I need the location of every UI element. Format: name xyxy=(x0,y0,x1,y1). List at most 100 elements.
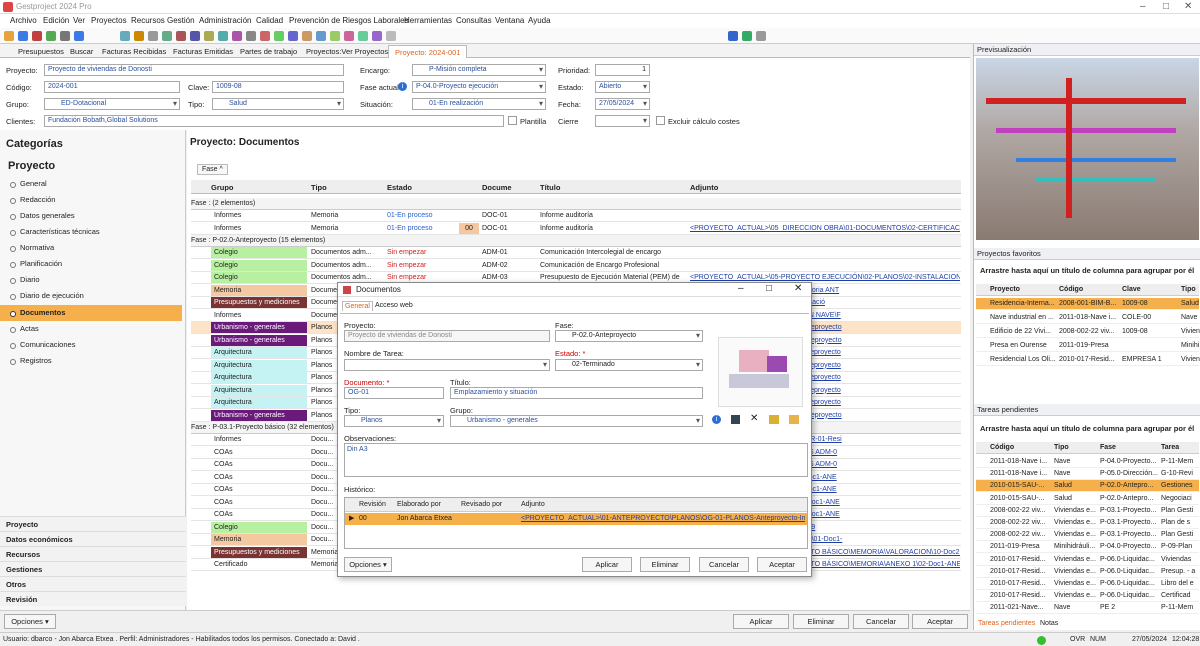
info-icon[interactable]: i xyxy=(398,82,407,91)
tab-buscar[interactable]: Buscar xyxy=(64,45,99,58)
task-row[interactable]: 2011-021-Nave... Nave PE 2 P-11-Mem xyxy=(976,602,1199,615)
nav-proyecto[interactable]: Proyecto xyxy=(0,516,186,531)
hist-col-revision[interactable]: Revisión xyxy=(359,501,386,508)
calendar-icon[interactable] xyxy=(176,31,186,41)
dialog-maximize-icon[interactable]: □ xyxy=(766,283,772,294)
task-row[interactable]: 2010-017-Resid... Viviendas e... P-06.0-Li… xyxy=(976,578,1199,590)
nav-revision[interactable]: Revisión xyxy=(0,591,186,606)
sidebar-item-registros[interactable]: Registros xyxy=(0,353,182,369)
proyecto-field[interactable]: Proyecto de viviendas de Donosti xyxy=(44,64,344,76)
docs-icon[interactable] xyxy=(232,31,242,41)
tab-partes-trabajo[interactable]: Partes de trabajo xyxy=(234,45,303,58)
fav-col-clave[interactable]: Clave xyxy=(1122,286,1141,293)
menu-prl[interactable]: Prevención de Riesgos Laborales xyxy=(289,16,409,25)
delete-icon[interactable]: ✕ xyxy=(750,413,758,424)
menu-administracion[interactable]: Administración xyxy=(199,16,251,25)
fav-col-codigo[interactable]: Código xyxy=(1059,286,1083,293)
clave-field[interactable]: 1009-08 xyxy=(212,81,344,93)
users-icon[interactable] xyxy=(190,31,200,41)
prioridad-field[interactable]: 1 xyxy=(595,64,650,76)
attach-icon[interactable] xyxy=(769,415,779,424)
sidebar-item-redaccion[interactable]: Redacción xyxy=(0,192,182,208)
col-documento[interactable]: Docume xyxy=(482,183,512,192)
situacion-select[interactable]: 01-En realización xyxy=(412,98,546,110)
cell-adjunto[interactable]: <PROYECTO_ACTUAL>\05_DIRECCION OBRA\01-D… xyxy=(690,223,960,234)
task-col-codigo[interactable]: Código xyxy=(990,444,1014,451)
web-icon[interactable] xyxy=(728,31,738,41)
encargo-select[interactable]: P-Misión completa xyxy=(412,64,546,76)
table-row[interactable]: Informes Memoria 01-En proceso DOC-01 Inform… xyxy=(191,210,961,222)
task-row[interactable]: 2010-015-SAU-... Salud P-02.0-Antepro... Ge… xyxy=(976,480,1199,493)
hist-col-elaborado[interactable]: Elaborado por xyxy=(397,501,441,508)
window-icon[interactable] xyxy=(372,31,382,41)
dlg-aceptar-button[interactable]: Aceptar xyxy=(757,557,807,572)
dlg-aplicar-button[interactable]: Aplicar xyxy=(582,557,632,572)
tab-presupuestos[interactable]: Presupuestos xyxy=(12,45,70,58)
info-icon[interactable]: i xyxy=(712,415,721,424)
close-icon[interactable]: ✕ xyxy=(1184,1,1192,12)
dialog-close-icon[interactable]: ✕ xyxy=(794,283,802,294)
fase-select[interactable]: P-04.0-Proyecto ejecución xyxy=(412,81,546,93)
menu-edicion[interactable]: Edición xyxy=(43,16,69,25)
dlg-cancelar-button[interactable]: Cancelar xyxy=(699,557,749,572)
task-col-tarea[interactable]: Tarea xyxy=(1161,444,1179,451)
nav-otros[interactable]: Otros xyxy=(0,576,186,591)
mail-icon[interactable] xyxy=(218,31,228,41)
sidebar-item-caracteristicas[interactable]: Características técnicas xyxy=(0,224,182,240)
dlg-titulo-field[interactable]: Emplazamiento y situación xyxy=(450,387,703,399)
table-row[interactable]: Colegio Documentos adm... Sin empezar ADM-0… xyxy=(191,247,961,259)
col-estado[interactable]: Estado xyxy=(387,183,412,192)
cierre-field[interactable] xyxy=(595,115,650,127)
project-icon[interactable] xyxy=(120,31,130,41)
contacts-icon[interactable] xyxy=(316,31,326,41)
menu-gestion[interactable]: Gestión xyxy=(167,16,195,25)
dlg-obs-textarea[interactable]: Din A3 xyxy=(344,443,808,477)
dlg-grupo-select[interactable]: Urbanismo - generales xyxy=(450,415,703,427)
help-icon[interactable] xyxy=(386,31,396,41)
nav-datos-economicos[interactable]: Datos económicos xyxy=(0,531,186,546)
menu-archivo[interactable]: Archivo xyxy=(10,16,37,25)
task-icon[interactable] xyxy=(288,31,298,41)
menu-ver[interactable]: Ver xyxy=(73,16,85,25)
menu-consultas[interactable]: Consultas xyxy=(456,16,492,25)
sidebar-item-general[interactable]: General xyxy=(0,176,182,192)
historico-row[interactable]: ▶ 00 Jon Abarca Etxea <PROYECTO_ACTUAL>\… xyxy=(345,513,807,525)
group-row[interactable]: Fase : P-02.0-Anteproyecto (15 elementos… xyxy=(191,235,961,247)
print-icon[interactable] xyxy=(46,31,56,41)
dlg-estado-select[interactable]: 02-Terminado xyxy=(555,359,703,371)
task-row[interactable]: 2010-015-SAU-... Salud P-02.0-Antepro... Ne… xyxy=(976,493,1199,505)
folder-icon[interactable] xyxy=(134,31,144,41)
sync-icon[interactable] xyxy=(742,31,752,41)
plantilla-checkbox[interactable] xyxy=(508,116,517,125)
tools-icon[interactable] xyxy=(148,31,158,41)
menu-proyectos[interactable]: Proyectos xyxy=(91,16,127,25)
group-row[interactable]: Fase : (2 elementos) xyxy=(191,198,961,210)
dlg-eliminar-button[interactable]: Eliminar xyxy=(640,557,690,572)
task-row[interactable]: 2010-017-Resid... Viviendas e... P-06.0-Li… xyxy=(976,554,1199,566)
eliminar-button[interactable]: Eliminar xyxy=(793,614,849,629)
maximize-icon[interactable]: □ xyxy=(1163,1,1169,12)
query-icon[interactable] xyxy=(358,31,368,41)
fav-col-tipo[interactable]: Tipo xyxy=(1181,286,1196,293)
hist-adjunto-link[interactable]: <PROYECTO_ACTUAL>\01-ANTEPROYECTO\PLANOS… xyxy=(521,513,805,525)
fav-row[interactable]: Presa en Ourense 2011-019-Presa Minihi xyxy=(976,340,1199,352)
fecha-field[interactable]: 27/05/2024 xyxy=(595,98,650,110)
minimize-icon[interactable]: – xyxy=(1140,1,1146,12)
dlg-tarea-select[interactable] xyxy=(344,359,550,371)
save-icon[interactable] xyxy=(731,415,740,424)
fav-row[interactable]: Residencial Los Oli... 2010-017-Resid... E… xyxy=(976,354,1200,366)
task-row[interactable]: 2010-017-Resid... Viviendas e... P-06.0-Li… xyxy=(976,566,1199,578)
search-icon[interactable] xyxy=(60,31,70,41)
sidebar-item-normativa[interactable]: Normativa xyxy=(0,240,182,256)
report-icon[interactable] xyxy=(204,31,214,41)
cancelar-button[interactable]: Cancelar xyxy=(853,614,909,629)
fav-col-proyecto[interactable]: Proyecto xyxy=(990,286,1020,293)
tab-tareas-pendientes[interactable]: Tareas pendientes xyxy=(978,620,1035,627)
budget-icon[interactable] xyxy=(274,31,284,41)
open-folder-icon[interactable] xyxy=(789,415,799,424)
sidebar-item-comunicaciones[interactable]: Comunicaciones xyxy=(0,337,182,353)
tab-notas[interactable]: Notas xyxy=(1040,620,1058,627)
hist-col-adjunto[interactable]: Adjunto xyxy=(521,501,545,508)
task-row[interactable]: 2008-002-22 viv... Viviendas e... P-03.1-P… xyxy=(976,505,1199,517)
sidebar-item-diario-ejecucion[interactable]: Diario de ejecución xyxy=(0,288,182,304)
